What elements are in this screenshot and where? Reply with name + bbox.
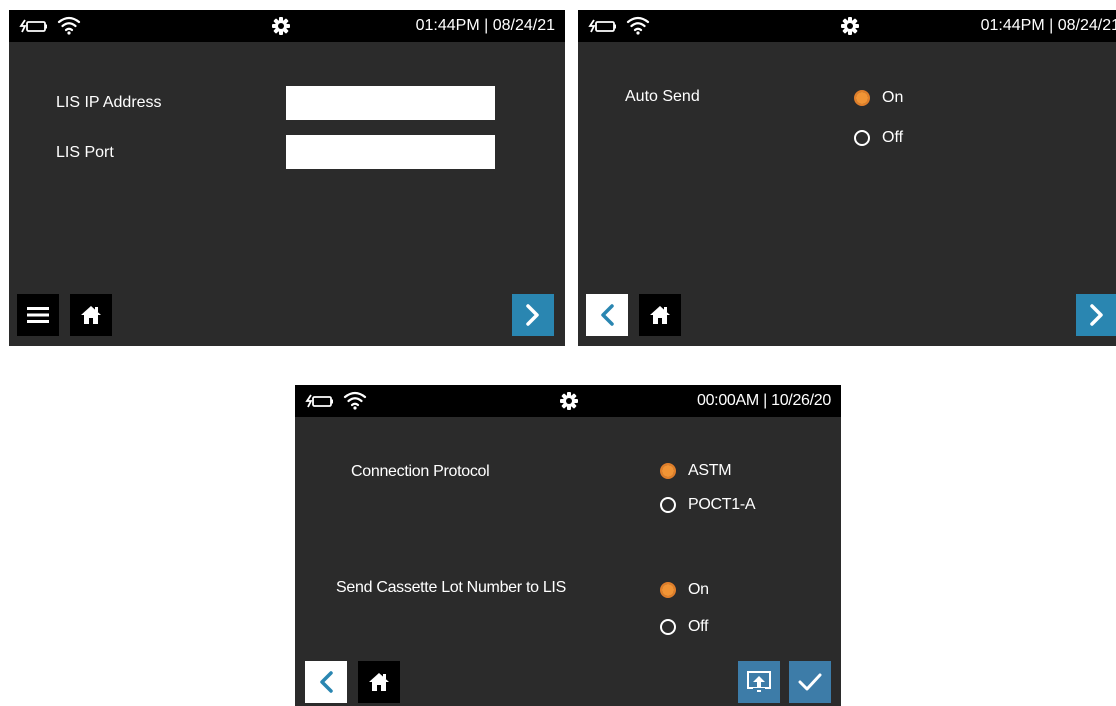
next-button[interactable] (1076, 294, 1116, 336)
lis-protocol-screen: 00:00AM | 10/26/20 Connection Protocol A… (295, 385, 841, 706)
checkmark-icon (798, 673, 822, 691)
back-button[interactable] (586, 294, 628, 336)
lis-port-input[interactable] (286, 135, 495, 169)
connection-protocol-label: Connection Protocol (351, 463, 490, 480)
gear-icon[interactable] (840, 16, 860, 36)
send-lot-on-option[interactable]: On (660, 581, 709, 599)
auto-send-label: Auto Send (625, 88, 700, 105)
home-icon (369, 673, 389, 691)
protocol-astm-option[interactable]: ASTM (660, 462, 732, 480)
radio-unselected[interactable] (660, 497, 676, 513)
home-button[interactable] (358, 661, 400, 703)
lis-ip-address-input[interactable] (286, 86, 495, 120)
menu-button[interactable] (17, 294, 59, 336)
radio-selected[interactable] (660, 463, 676, 479)
chevron-right-icon (1090, 304, 1103, 326)
status-date: 08/24/21 (1057, 17, 1116, 34)
radio-unselected[interactable] (854, 130, 870, 146)
send-lot-off-option[interactable]: Off (660, 618, 708, 636)
radio-label: Off (882, 129, 904, 146)
status-time: 01:44PM (415, 17, 480, 34)
gear-icon[interactable] (559, 391, 579, 411)
radio-selected[interactable] (660, 582, 676, 598)
back-button[interactable] (305, 661, 347, 703)
send-lot-number-label: Send Cassette Lot Number to LIS (336, 579, 566, 596)
status-bar: 01:44PM | 08/24/21 (578, 10, 1116, 42)
status-separator: | (484, 17, 489, 34)
status-date: 10/26/20 (771, 392, 831, 409)
wifi-icon (343, 391, 367, 410)
status-separator: | (763, 392, 767, 409)
auto-send-screen: 01:44PM | 08/24/21 Auto Send On Off (578, 10, 1116, 346)
radio-selected[interactable] (854, 90, 870, 106)
radio-label: Off (688, 618, 709, 635)
chevron-left-icon (601, 304, 614, 326)
radio-label: POCT1-A (688, 496, 756, 513)
home-icon (650, 306, 670, 324)
confirm-button[interactable] (789, 661, 831, 703)
radio-unselected[interactable] (660, 619, 676, 635)
gear-icon[interactable] (271, 16, 291, 36)
wifi-icon (57, 16, 81, 35)
home-icon (81, 306, 101, 324)
upload-button[interactable] (738, 661, 780, 703)
home-button[interactable] (639, 294, 681, 336)
status-clock: 01:44PM | 08/24/21 (981, 10, 1116, 42)
status-clock: 01:44PM | 08/24/21 (416, 10, 555, 42)
menu-icon (27, 307, 49, 323)
protocol-poct1a-option[interactable]: POCT1-A (660, 496, 756, 514)
battery-charging-icon (19, 19, 47, 33)
wifi-icon (626, 16, 650, 35)
chevron-left-icon (320, 671, 333, 693)
lis-network-screen: 01:44PM | 08/24/21 LIS IP Address LIS Po… (9, 10, 565, 346)
radio-label: On (882, 89, 904, 106)
status-clock: 00:00AM | 10/26/20 (697, 385, 831, 417)
next-button[interactable] (512, 294, 554, 336)
status-date: 08/24/21 (492, 17, 555, 34)
lis-port-label: LIS Port (56, 144, 114, 161)
home-button[interactable] (70, 294, 112, 336)
status-bar: 01:44PM | 08/24/21 (9, 10, 565, 42)
chevron-right-icon (526, 304, 539, 326)
upload-icon (747, 671, 771, 692)
battery-charging-icon (305, 394, 333, 408)
status-separator: | (1049, 17, 1054, 34)
auto-send-off-option[interactable]: Off (854, 129, 903, 147)
battery-charging-icon (588, 19, 616, 33)
radio-label: ASTM (688, 462, 732, 479)
status-time: 01:44PM (980, 17, 1045, 34)
auto-send-on-option[interactable]: On (854, 89, 903, 107)
radio-label: On (688, 581, 709, 598)
status-time: 00:00AM (696, 392, 759, 409)
status-bar: 00:00AM | 10/26/20 (295, 385, 841, 417)
lis-ip-address-label: LIS IP Address (56, 94, 162, 111)
